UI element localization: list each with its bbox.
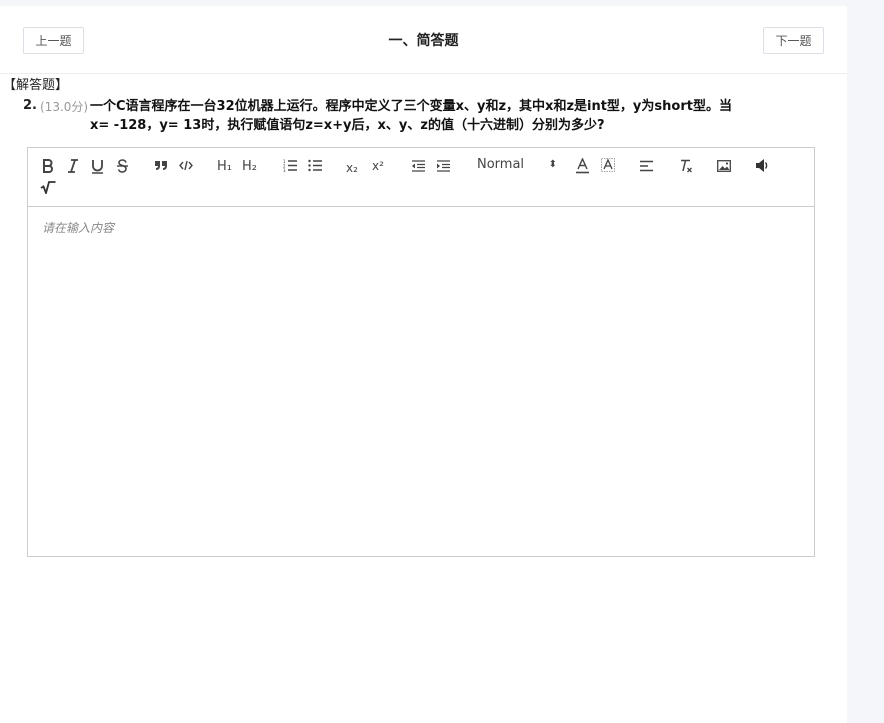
section-title: 一、简答题: [388, 33, 459, 49]
underline-icon[interactable]: [91, 159, 104, 174]
ordered-list-icon[interactable]: 123: [283, 159, 297, 172]
next-question-button[interactable]: 下一题: [763, 27, 824, 54]
bold-icon[interactable]: [41, 159, 54, 173]
italic-icon[interactable]: [67, 159, 79, 173]
audio-icon[interactable]: [755, 158, 769, 173]
question-score: (13.0分): [40, 100, 89, 114]
editor-placeholder[interactable]: 请在输入内容: [42, 219, 114, 236]
svg-text:3: 3: [283, 168, 286, 172]
outdent-icon[interactable]: [411, 160, 425, 172]
heading-select[interactable]: Normal ⬍: [477, 157, 557, 175]
text-color-icon[interactable]: [576, 158, 589, 174]
chevron-updown-icon: ⬍: [548, 159, 557, 170]
h1-icon[interactable]: H₁: [217, 159, 232, 175]
h2-icon[interactable]: H₂: [242, 159, 257, 175]
clear-format-icon[interactable]: [679, 159, 693, 174]
question-type-label: 【解答题】: [3, 78, 69, 93]
answer-editor: H₁ H₂ 123 x₂ x² Normal ⬍ 请在输入内容: [27, 147, 815, 557]
background-color-icon[interactable]: [601, 158, 615, 174]
bullet-list-icon[interactable]: [308, 159, 322, 172]
strike-icon[interactable]: [116, 159, 129, 173]
indent-icon[interactable]: [436, 160, 450, 172]
editor-toolbar: H₁ H₂ 123 x₂ x² Normal ⬍: [28, 148, 814, 207]
superscript-icon[interactable]: x²: [372, 158, 384, 174]
code-icon[interactable]: [179, 160, 193, 171]
image-icon[interactable]: [717, 160, 731, 172]
question-card: 上一题 一、简答题 下一题 【解答题】 2. (13.0分) 一个C语言程序在一…: [0, 6, 847, 723]
question-header: 上一题 一、简答题 下一题: [0, 6, 847, 74]
formula-icon[interactable]: [40, 181, 56, 194]
blockquote-icon[interactable]: [154, 160, 168, 171]
question-number: 2.: [23, 98, 37, 113]
align-icon[interactable]: [640, 160, 653, 172]
heading-select-value: Normal: [477, 157, 525, 172]
question-text: 一个C语言程序在一台32位机器上运行。程序中定义了三个变量x、y和z，其中x和z…: [90, 99, 732, 133]
subscript-icon[interactable]: x₂: [346, 160, 358, 176]
